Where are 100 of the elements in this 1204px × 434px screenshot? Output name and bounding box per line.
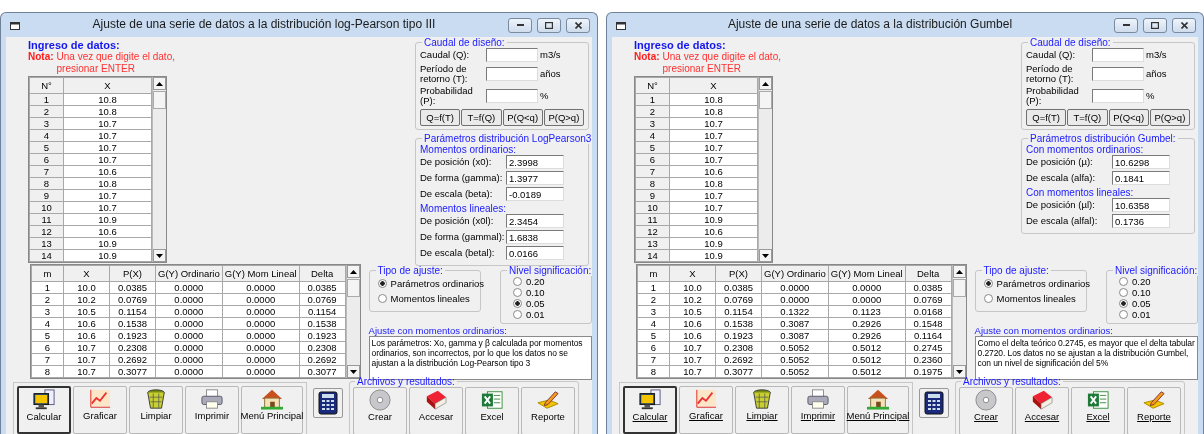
radio-button[interactable] [513,299,522,308]
input-field[interactable] [1092,89,1144,103]
calc-button[interactable]: Q=f(T) [420,109,461,126]
radio-button[interactable] [377,294,387,303]
table-cell: 0.3077 [715,365,762,378]
radio-button[interactable] [1119,288,1128,297]
table-cell: 0.2692 [299,353,346,366]
toolbar-button[interactable]: Graficar [679,386,733,434]
value-field[interactable]: 0.1736 [1112,214,1170,228]
scroll-thumb[interactable] [952,279,966,297]
toolbar-button[interactable]: Limpiar [129,386,183,434]
scroll-up-button[interactable] [952,265,966,278]
value-field[interactable]: 10.6298 [1112,155,1170,169]
vertical-scrollbar[interactable] [152,77,166,262]
unit-label: años [540,68,561,80]
table-cell: 0.1923 [715,329,762,342]
maximize-icon [1151,21,1159,29]
toolbar-button[interactable]: Imprimir [791,386,845,434]
toolbar-button[interactable]: Reporte [1127,387,1181,434]
maximize-icon [545,21,553,29]
computer-icon [637,389,663,411]
scroll-thumb[interactable] [153,91,166,109]
input-field[interactable] [486,48,538,62]
house-icon [259,388,285,410]
radio-button[interactable] [983,279,993,288]
radio-button[interactable] [1119,277,1128,286]
calc-button[interactable]: T=f(Q) [461,109,502,126]
toolbar-button[interactable]: Calcular [623,386,677,434]
calc-button[interactable]: P(Q<q) [502,109,543,126]
scroll-up-button[interactable] [346,265,360,278]
unit-label: m3/s [540,49,561,61]
input-field[interactable] [1092,48,1144,62]
close-button[interactable] [566,17,590,33]
scroll-thumb[interactable] [346,279,360,297]
radio-button[interactable] [983,294,993,303]
calc-button[interactable]: T=f(Q) [1067,109,1108,126]
input-field[interactable] [1092,67,1144,81]
scroll-up-button[interactable] [759,77,772,90]
scroll-down-button[interactable] [346,365,360,378]
table-cell: 4 [31,317,64,330]
scroll-down-button[interactable] [153,249,166,262]
input-field[interactable] [486,67,538,81]
calc-button[interactable]: P(Q>q) [1149,109,1190,126]
table-cell: 0.3087 [761,329,829,342]
scroll-thumb[interactable] [759,91,772,109]
toolbar-button[interactable]: Menú Principal [241,386,303,434]
radio-button[interactable] [513,310,522,319]
value-field[interactable]: 1.3977 [506,171,564,185]
unit-label: m3/s [1146,49,1167,61]
value-field[interactable]: 10.6358 [1112,198,1170,212]
table-cell: 0.0000 [761,293,829,306]
value-field[interactable]: -0.0189 [506,187,564,201]
calculator-button[interactable] [919,388,949,418]
value-field[interactable]: 0.0166 [506,246,564,260]
toolbar-button[interactable]: Reporte [521,387,575,434]
toolbar-button[interactable]: Excel [465,387,519,434]
toolbar-button[interactable]: Calcular [17,386,71,434]
radio-button[interactable] [1119,310,1128,319]
table-cell: 0.0000 [222,353,300,366]
minimize-button[interactable] [1114,17,1138,33]
toolbar-button[interactable]: Crear [959,387,1013,434]
scroll-up-button[interactable] [153,77,166,90]
column-header: P(X) [715,265,762,282]
toolbar-button[interactable]: Excel [1071,387,1125,434]
radio-button[interactable] [1119,299,1128,308]
column-header: Delta [299,265,346,282]
calculator-button[interactable] [313,388,343,418]
toolbar-button[interactable]: Limpiar [735,386,789,434]
toolbar-button[interactable]: Graficar [73,386,127,434]
value-field[interactable]: 2.3454 [506,214,564,228]
maximize-button[interactable] [1143,17,1167,33]
close-button[interactable] [1172,17,1196,33]
radio-button[interactable] [377,279,387,288]
calc-button[interactable]: P(Q<q) [1108,109,1149,126]
value-field[interactable]: 1.6838 [506,230,564,244]
toolbar-button[interactable]: Accesar [1015,387,1069,434]
maximize-button[interactable] [537,17,561,33]
table-cell: 7 [637,353,670,366]
minimize-button[interactable] [508,17,532,33]
window-title: Ajuste de una serie de datos a la distribución log-Pearson tipo III [91,18,437,32]
radio-button[interactable] [513,277,522,286]
table-cell: 10.9 [63,249,152,262]
note-text: Una vez que digite el dato, presionar ENTER [662,51,782,75]
toolbar-button[interactable]: Menú Principal [847,386,909,434]
calc-button[interactable]: P(Q>q) [543,109,584,126]
table-cell: 10.9 [669,249,758,262]
calc-button[interactable]: Q=f(T) [1026,109,1067,126]
table-cell: 10.8 [63,177,152,190]
radio-button[interactable] [513,288,522,297]
table-cell: 0.1975 [905,365,952,378]
toolbar-button[interactable]: Crear [353,387,407,434]
toolbar-button[interactable]: Imprimir [185,386,239,434]
value-field[interactable]: 0.1841 [1112,171,1170,185]
vertical-scrollbar[interactable] [758,77,772,262]
toolbar-button[interactable]: Accesar [409,387,463,434]
value-field[interactable]: 2.3998 [506,155,564,169]
table-cell: 0.0000 [761,281,829,294]
scroll-down-button[interactable] [952,365,966,378]
input-field[interactable] [486,89,538,103]
scroll-down-button[interactable] [759,249,772,262]
